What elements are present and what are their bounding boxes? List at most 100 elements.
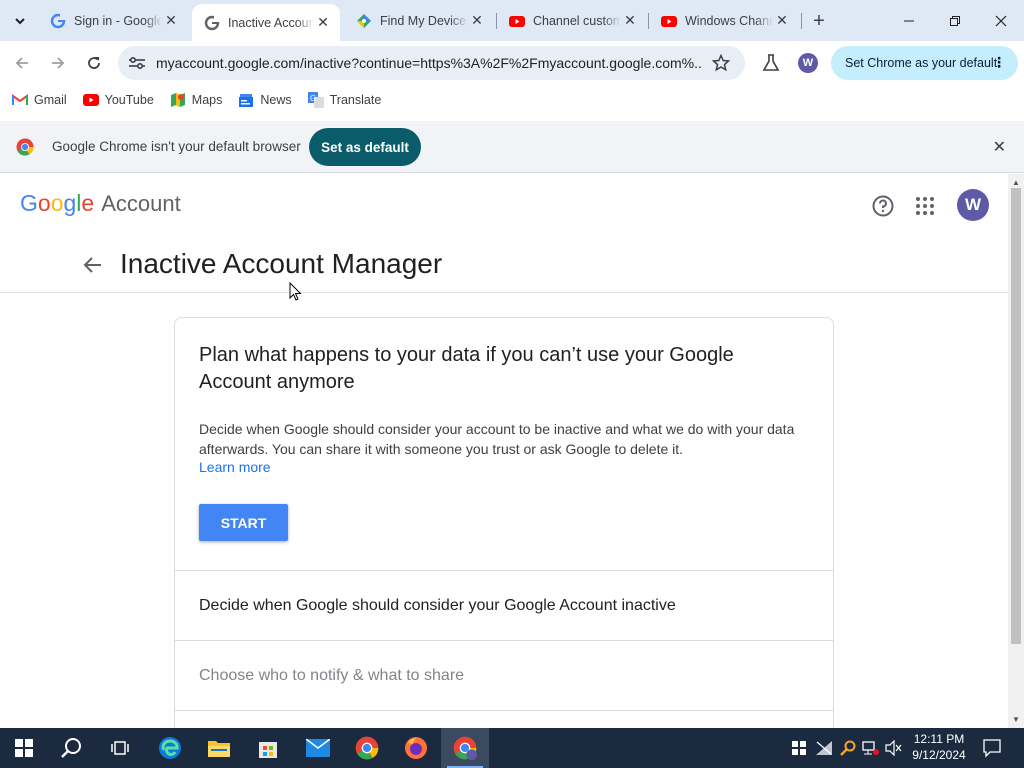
scroll-down-icon[interactable]: ▼: [1012, 715, 1020, 724]
mouse-cursor-icon: [289, 282, 302, 301]
card-description: Decide when Google should consider your …: [199, 421, 795, 457]
windows-taskbar: 12:11 PM 9/12/2024: [0, 728, 1024, 768]
address-bar[interactable]: myaccount.google.com/inactive?continue=h…: [118, 46, 745, 80]
site-settings-icon[interactable]: [128, 55, 146, 71]
taskbar-edge[interactable]: [146, 728, 194, 768]
browser-toolbar: myaccount.google.com/inactive?continue=h…: [0, 41, 1024, 86]
bookmark-translate[interactable]: G Translate: [307, 92, 382, 108]
chrome-labs-icon[interactable]: [762, 54, 780, 72]
minimize-button[interactable]: [886, 0, 932, 41]
close-tab-icon[interactable]: ✕: [314, 14, 332, 32]
account-avatar[interactable]: W: [957, 189, 989, 221]
translate-icon: G: [307, 92, 324, 108]
bookmark-maps[interactable]: Maps: [170, 92, 223, 108]
tab-inactive-account-manager[interactable]: Inactive Account Manager ✕: [192, 4, 340, 41]
set-as-default-button[interactable]: Set as default: [309, 128, 421, 166]
volume-muted-icon[interactable]: [885, 740, 903, 756]
windows-logo-icon: [15, 739, 33, 757]
tab-search-button[interactable]: [6, 7, 34, 35]
more-menu-icon[interactable]: ⋮: [992, 54, 1006, 70]
tab-sign-in[interactable]: Sign in - Google Accounts ✕: [38, 0, 188, 41]
logo-letter: o: [37, 190, 51, 216]
taskbar-firefox[interactable]: [392, 728, 440, 768]
youtube-icon: [509, 15, 525, 27]
search-tray-icon[interactable]: [840, 740, 856, 756]
chevron-down-icon: [15, 18, 25, 25]
close-tab-icon[interactable]: ✕: [621, 12, 639, 30]
folder-icon: [208, 741, 230, 757]
network-warning-icon[interactable]: [815, 740, 833, 756]
find-my-device-icon: [357, 13, 371, 28]
gmail-icon: [12, 92, 28, 108]
task-view-icon: [111, 741, 129, 755]
learn-more-link[interactable]: Learn more: [199, 459, 271, 475]
tab-windows-channel[interactable]: Windows Channel ✕: [649, 0, 799, 41]
profile-avatar-button[interactable]: W: [798, 53, 818, 73]
logo-letter: G: [20, 190, 38, 216]
notification-icon[interactable]: [982, 738, 1002, 758]
store-icon: [259, 742, 277, 758]
page-scrollbar[interactable]: ▲ ▼: [1008, 174, 1024, 728]
bookmark-label: Maps: [191, 93, 223, 107]
close-icon: [995, 15, 1007, 26]
reload-icon: [88, 57, 100, 69]
taskbar-chrome-active[interactable]: [441, 728, 489, 768]
forward-button[interactable]: [44, 49, 72, 77]
close-tab-icon[interactable]: ✕: [773, 12, 791, 30]
section-inactive-period[interactable]: Decide when Google should consider your …: [175, 570, 833, 640]
search-button[interactable]: [48, 728, 96, 768]
google-g-icon: [50, 12, 66, 28]
task-view-button[interactable]: [96, 728, 144, 768]
google-g-icon: [204, 14, 220, 30]
edge-icon: [159, 737, 181, 759]
security-shield-icon[interactable]: [791, 740, 807, 756]
header-divider: [0, 292, 1008, 293]
google-account-logo[interactable]: Google Account: [20, 190, 181, 217]
page-content: Google Account W Inactive Account Manage…: [0, 174, 1008, 728]
bookmark-star-icon[interactable]: [711, 54, 731, 72]
close-tab-icon[interactable]: ✕: [162, 12, 180, 30]
firefox-icon: [405, 737, 427, 759]
back-button[interactable]: [8, 49, 36, 77]
section-notify-share[interactable]: Choose who to notify & what to share: [175, 640, 833, 710]
close-window-button[interactable]: [978, 0, 1024, 41]
back-arrow-icon[interactable]: [82, 254, 104, 276]
news-icon: [238, 92, 254, 108]
taskbar-file-explorer[interactable]: [195, 728, 243, 768]
help-icon[interactable]: [871, 194, 895, 218]
set-chrome-default-button[interactable]: Set Chrome as your default ⋮: [831, 46, 1018, 80]
taskbar-chrome[interactable]: [343, 728, 391, 768]
scrollbar-thumb[interactable]: [1011, 188, 1021, 644]
section-next: [175, 710, 833, 728]
tab-title: Inactive Account Manager: [228, 15, 314, 30]
start-button[interactable]: [0, 728, 48, 768]
restore-icon: [950, 15, 960, 26]
network-icon[interactable]: [862, 740, 880, 756]
bookmark-gmail[interactable]: Gmail: [12, 92, 67, 108]
taskbar-mail[interactable]: [294, 728, 342, 768]
start-button[interactable]: START: [199, 504, 288, 541]
chrome-logo-icon: [16, 138, 34, 156]
restore-button[interactable]: [932, 0, 978, 41]
system-clock[interactable]: 12:11 PM 9/12/2024: [908, 731, 970, 763]
inactive-account-card: Plan what happens to your data if you ca…: [174, 317, 834, 728]
logo-account-text: Account: [101, 191, 181, 216]
tab-find-my-device[interactable]: Find My Device ✕: [344, 0, 494, 41]
reload-button[interactable]: [80, 49, 108, 77]
taskbar-store[interactable]: [244, 728, 292, 768]
close-infobar-icon[interactable]: ✕: [993, 137, 1006, 157]
url-text[interactable]: myaccount.google.com/inactive?continue=h…: [156, 55, 701, 71]
tab-title: Find My Device: [380, 13, 467, 28]
new-tab-button[interactable]: +: [808, 10, 830, 32]
set-chrome-default-label: Set Chrome as your default: [845, 56, 998, 70]
tab-channel-customization[interactable]: Channel customization ✕: [497, 0, 647, 41]
google-apps-icon[interactable]: [915, 196, 935, 216]
chrome-profile-icon: [453, 736, 477, 760]
bookmark-label: News: [260, 93, 292, 107]
tab-strip: Sign in - Google Accounts ✕ Inactive Acc…: [0, 0, 1024, 41]
scroll-up-icon[interactable]: ▲: [1012, 178, 1020, 187]
bookmark-news[interactable]: News: [238, 92, 292, 108]
close-tab-icon[interactable]: ✕: [468, 12, 486, 30]
bookmark-label: Translate: [329, 93, 382, 107]
bookmark-youtube[interactable]: YouTube: [82, 92, 154, 108]
